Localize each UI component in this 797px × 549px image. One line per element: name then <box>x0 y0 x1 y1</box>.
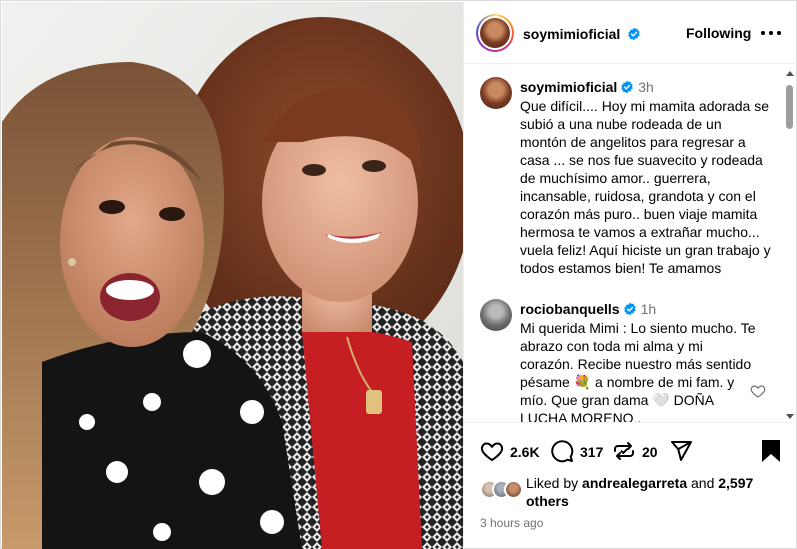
speech-bubble-icon <box>551 440 574 463</box>
likes-prefix: Liked by <box>526 475 579 491</box>
caption-text: Que difícil.... Hoy mi mamita adorada se… <box>520 98 775 276</box>
author-username[interactable]: soymimioficial <box>523 26 641 42</box>
caption-time[interactable]: 3h <box>638 79 654 95</box>
save-button[interactable] <box>760 439 782 463</box>
comment-time[interactable]: 1h <box>641 301 657 317</box>
heart-icon <box>480 442 504 462</box>
comment-like-heart-icon[interactable] <box>750 383 766 399</box>
likes-summary: Liked by andrealegarreta and 2,597 other… <box>480 474 780 514</box>
share-button[interactable] <box>669 439 693 463</box>
author-username-text[interactable]: soymimioficial <box>523 26 620 42</box>
paper-plane-icon <box>671 441 692 461</box>
scroll-up-arrow-icon[interactable] <box>786 71 794 76</box>
post-modal: soymimioficial Following soymimioficial <box>0 0 797 549</box>
verified-badge-icon <box>623 302 636 316</box>
post-timestamp[interactable]: 3 hours ago <box>480 516 543 530</box>
like-button[interactable] <box>480 439 504 463</box>
comments-scrollbar[interactable] <box>782 65 797 422</box>
liker-avatars[interactable] <box>480 480 530 500</box>
comment-button[interactable] <box>550 439 574 463</box>
comments-count[interactable]: 317 <box>580 444 603 460</box>
author-avatar[interactable] <box>476 14 514 52</box>
caption-avatar[interactable] <box>480 77 512 109</box>
scrollbar-thumb[interactable] <box>786 85 793 129</box>
more-options-icon[interactable] <box>760 22 782 42</box>
repost-button[interactable] <box>612 439 636 463</box>
comment-avatar[interactable] <box>480 299 512 331</box>
likes-text: Liked by andrealegarreta and 2,597 other… <box>526 474 776 510</box>
verified-badge-icon <box>621 80 633 94</box>
reposts-count[interactable]: 20 <box>642 444 658 460</box>
action-bar: 2.6K 317 20 <box>464 427 797 475</box>
comment-body: rociobanquells 1h Mi querida Mimi : Lo s… <box>520 300 772 423</box>
caption-body: soymimioficial 3h Que difícil.... Hoy mi… <box>520 78 772 277</box>
repost-icon <box>614 442 634 460</box>
bookmark-icon <box>762 440 780 462</box>
likes-joiner: and <box>691 475 715 491</box>
post-photo[interactable] <box>2 2 463 549</box>
comment-text: Mi querida Mimi : Lo siento mucho. Te ab… <box>520 320 760 423</box>
verified-badge-icon <box>628 27 640 41</box>
liker-avatar[interactable] <box>504 480 523 499</box>
photo-illustration <box>2 2 463 549</box>
following-button[interactable]: Following <box>686 25 751 41</box>
scroll-down-arrow-icon[interactable] <box>786 414 794 419</box>
likes-count[interactable]: 2.6K <box>510 444 540 460</box>
comments-section[interactable]: soymimioficial 3h Que difícil.... Hoy mi… <box>464 65 797 423</box>
post-header: soymimioficial Following <box>464 2 797 64</box>
caption-username[interactable]: soymimioficial <box>520 79 617 95</box>
post-details-panel: soymimioficial Following soymimioficial <box>463 2 797 549</box>
comment-username[interactable]: rociobanquells <box>520 301 620 317</box>
liker-username[interactable]: andrealegarreta <box>582 475 687 491</box>
